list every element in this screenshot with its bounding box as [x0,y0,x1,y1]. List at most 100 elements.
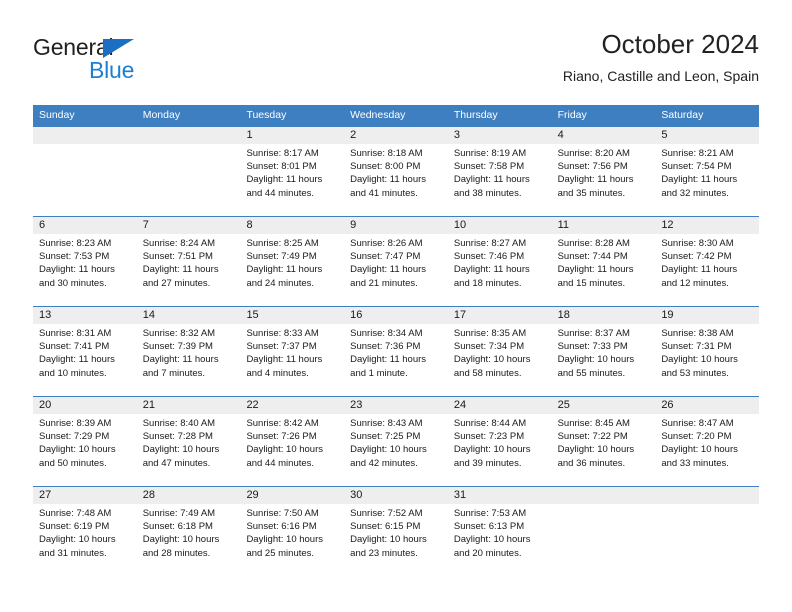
day-cell[interactable]: Sunrise: 8:32 AM Sunset: 7:39 PM Dayligh… [137,324,241,396]
day-detail-band: Sunrise: 7:48 AM Sunset: 6:19 PM Dayligh… [33,504,759,576]
day-cell[interactable]: Sunrise: 8:23 AM Sunset: 7:53 PM Dayligh… [33,234,137,306]
day-number: 17 [453,309,467,321]
day-number: 22 [246,399,259,411]
daylight-text-line2: and 32 minutes. [661,187,729,199]
day-number: 12 [661,219,674,231]
day-cell[interactable]: Sunrise: 8:47 AM Sunset: 7:20 PM Dayligh… [655,414,759,486]
day-cell[interactable]: Sunrise: 7:50 AM Sunset: 6:16 PM Dayligh… [240,504,344,576]
daylight-text-line1: Daylight: 10 hours [661,354,738,366]
day-cell[interactable]: Sunrise: 8:42 AM Sunset: 7:26 PM Dayligh… [240,414,344,486]
daylight-text-line2: and 20 minutes. [453,547,522,559]
daylight-text-line2: and 27 minutes. [142,277,211,289]
daylight-text-line2: and 28 minutes. [142,547,211,559]
sunrise-text: Sunrise: 7:49 AM [142,508,216,519]
day-number [137,127,241,144]
sunrise-text: Sunrise: 8:40 AM [142,418,216,429]
day-cell[interactable]: Sunrise: 8:34 AM Sunset: 7:36 PM Dayligh… [344,324,448,396]
day-cell[interactable]: Sunrise: 8:35 AM Sunset: 7:34 PM Dayligh… [448,324,552,396]
day-number: 26 [661,399,674,411]
daylight-text-line2: and 25 minutes. [246,547,315,559]
day-cell[interactable] [552,504,656,576]
daylight-text-line2: and 58 minutes. [453,367,522,379]
daylight-text-line2: and 42 minutes. [350,457,418,469]
daylight-text-line1: Daylight: 11 hours [39,264,115,276]
day-cell[interactable]: Sunrise: 8:37 AM Sunset: 7:33 PM Dayligh… [552,324,656,396]
day-cell[interactable]: Sunrise: 8:40 AM Sunset: 7:28 PM Dayligh… [137,414,241,486]
daylight-text-line2: and 53 minutes. [661,367,729,379]
day-detail-band: Sunrise: 8:31 AM Sunset: 7:41 PM Dayligh… [33,324,759,396]
day-number: 6 [39,219,46,231]
daylight-text-line2: and 35 minutes. [557,187,626,199]
day-cell[interactable]: Sunrise: 7:49 AM Sunset: 6:18 PM Dayligh… [137,504,241,576]
daylight-text-line1: Daylight: 11 hours [142,264,219,276]
day-cell[interactable]: Sunrise: 7:53 AM Sunset: 6:13 PM Dayligh… [448,504,552,576]
day-cell[interactable]: Sunrise: 8:20 AM Sunset: 7:56 PM Dayligh… [552,144,656,216]
day-number: 5 [661,129,668,141]
day-cell[interactable]: Sunrise: 8:19 AM Sunset: 7:58 PM Dayligh… [448,144,552,216]
daylight-text-line2: and 44 minutes. [246,457,315,469]
day-number: 30 [350,489,363,501]
day-cell[interactable]: Sunrise: 8:28 AM Sunset: 7:44 PM Dayligh… [552,234,656,306]
day-cell[interactable]: Sunrise: 7:48 AM Sunset: 6:19 PM Dayligh… [33,504,137,576]
day-cell[interactable]: Sunrise: 8:38 AM Sunset: 7:31 PM Dayligh… [655,324,759,396]
daylight-text-line1: Daylight: 11 hours [142,354,219,366]
daylight-text-line2: and 10 minutes. [39,367,107,379]
sunset-text: Sunset: 7:31 PM [661,341,732,353]
weekday-wednesday: Wednesday [350,109,406,121]
weekday-friday: Friday [557,109,587,121]
sunset-text: Sunset: 7:41 PM [39,341,110,353]
day-number: 15 [246,309,259,321]
day-cell[interactable]: Sunrise: 8:33 AM Sunset: 7:37 PM Dayligh… [240,324,344,396]
day-number: 25 [557,399,570,411]
day-cell[interactable]: Sunrise: 7:52 AM Sunset: 6:15 PM Dayligh… [344,504,448,576]
day-cell[interactable]: Sunrise: 8:27 AM Sunset: 7:46 PM Dayligh… [448,234,552,306]
daylight-text-line2: and 12 minutes. [661,277,729,289]
daylight-text-line1: Daylight: 10 hours [453,444,531,456]
day-number: 8 [246,219,253,231]
calendar-page: General Blue October 2024 Riano, Castill… [0,0,792,612]
day-number: 11 [557,219,570,231]
day-number: 28 [142,489,155,501]
sunrise-text: Sunrise: 8:32 AM [142,328,216,339]
sunrise-text: Sunrise: 8:34 AM [350,328,423,339]
calendar-week-row: 1 2 3 4 5 Sunrise: 8:17 AM Sunset: 8:01 … [33,126,759,216]
weekday-saturday: Saturday [661,109,704,121]
sunrise-text: Sunrise: 8:18 AM [350,148,423,159]
sunset-text: Sunset: 7:34 PM [453,341,525,353]
day-number: 2 [350,129,357,141]
daylight-text-line2: and 31 minutes. [39,547,107,559]
day-cell[interactable]: Sunrise: 8:25 AM Sunset: 7:49 PM Dayligh… [240,234,344,306]
day-cell[interactable]: Sunrise: 8:21 AM Sunset: 7:54 PM Dayligh… [655,144,759,216]
day-number: 13 [39,309,52,321]
day-cell[interactable]: Sunrise: 8:43 AM Sunset: 7:25 PM Dayligh… [344,414,448,486]
logo-text-blue: Blue [89,57,135,83]
day-cell[interactable]: Sunrise: 8:18 AM Sunset: 8:00 PM Dayligh… [344,144,448,216]
day-cell[interactable] [137,144,241,216]
sunset-text: Sunset: 6:18 PM [142,521,213,533]
day-number: 24 [453,399,467,411]
daylight-text-line2: and 21 minutes. [350,277,418,289]
day-cell[interactable]: Sunrise: 8:44 AM Sunset: 7:23 PM Dayligh… [448,414,552,486]
day-detail-band: Sunrise: 8:23 AM Sunset: 7:53 PM Dayligh… [33,234,759,306]
day-cell[interactable]: Sunrise: 8:31 AM Sunset: 7:41 PM Dayligh… [33,324,137,396]
calendar-week-row: 20 21 22 23 24 25 26 Sunrise: 8:39 AM Su… [33,396,759,486]
daylight-text-line1: Daylight: 10 hours [557,354,635,366]
day-number [552,487,656,504]
day-cell[interactable]: Sunrise: 8:24 AM Sunset: 7:51 PM Dayligh… [137,234,241,306]
daylight-text-line2: and 23 minutes. [350,547,418,559]
day-cell[interactable]: Sunrise: 8:45 AM Sunset: 7:22 PM Dayligh… [552,414,656,486]
day-cell[interactable] [33,144,137,216]
daylight-text-line1: Daylight: 11 hours [350,174,427,186]
sunrise-text: Sunrise: 8:30 AM [661,238,734,249]
sunset-text: Sunset: 7:26 PM [246,431,317,443]
day-cell[interactable]: Sunrise: 8:39 AM Sunset: 7:29 PM Dayligh… [33,414,137,486]
day-cell[interactable]: Sunrise: 8:17 AM Sunset: 8:01 PM Dayligh… [240,144,344,216]
day-number-band: 13 14 15 16 17 18 19 [33,307,759,324]
daylight-text-line2: and 36 minutes. [557,457,626,469]
title-block: October 2024 Riano, Castille and Leon, S… [563,28,759,86]
day-cell[interactable]: Sunrise: 8:30 AM Sunset: 7:42 PM Dayligh… [655,234,759,306]
day-number: 18 [557,309,570,321]
day-cell[interactable] [655,504,759,576]
sunset-text: Sunset: 7:58 PM [453,161,525,173]
day-cell[interactable]: Sunrise: 8:26 AM Sunset: 7:47 PM Dayligh… [344,234,448,306]
